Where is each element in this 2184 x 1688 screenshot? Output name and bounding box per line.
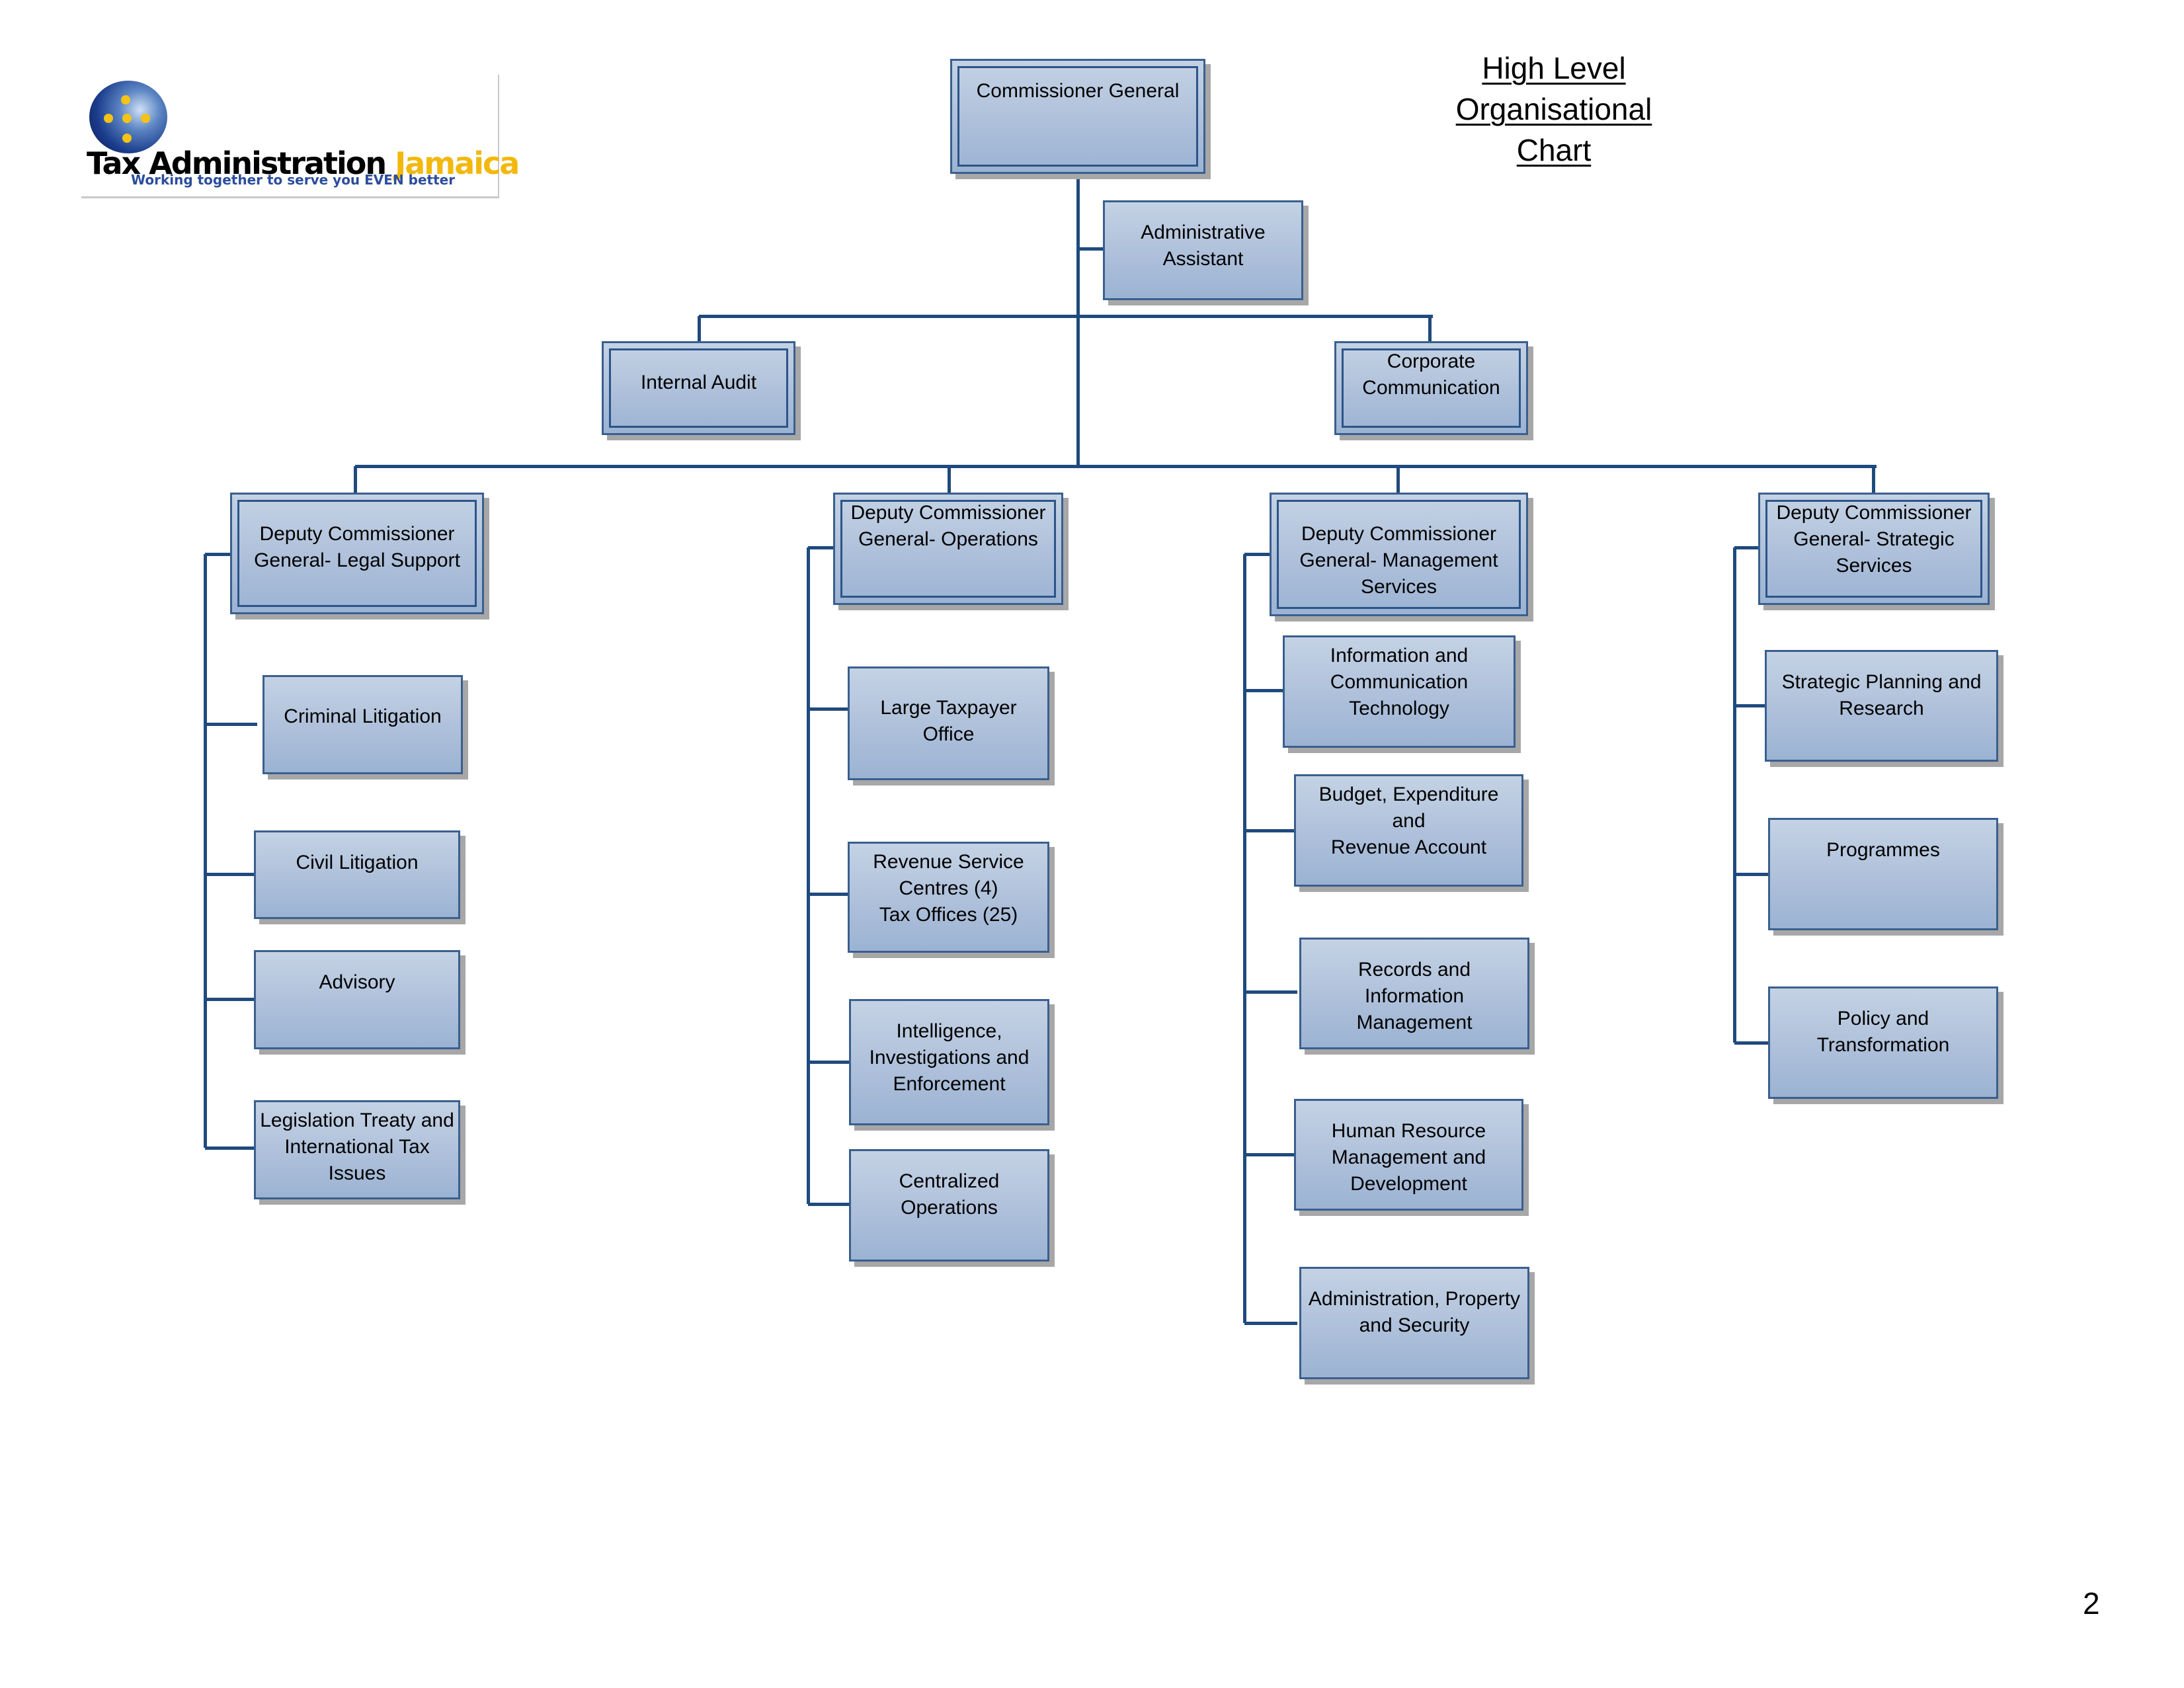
tax-administration-jamaica-logo: Tax Administration Jamaica Working toget…	[80, 73, 520, 196]
connector-line	[205, 722, 257, 726]
connector-line	[1244, 1321, 1297, 1325]
connector-line	[808, 1060, 851, 1064]
unit-civil-litigation-box[interactable]: Civil Litigation	[254, 830, 460, 919]
unit-policy-transformation-box[interactable]: Policy and Transformation	[1768, 986, 1998, 1099]
box-label: Commissioner General	[976, 80, 1180, 102]
connector-line	[808, 545, 836, 549]
dcg-strategic-services-box[interactable]: Deputy Commissioner General- Strategic S…	[1758, 493, 1990, 605]
title-line-1: High Level Organisational	[1455, 51, 1652, 126]
logo-tagline: Working together to serve you EVEN bette…	[131, 172, 456, 188]
box-label: Policy and Transformation	[1816, 1008, 1950, 1056]
connector-line	[203, 554, 207, 1148]
unit-budget-expenditure-box[interactable]: Budget, Expenditure and Revenue Account	[1294, 774, 1523, 887]
dcg-management-services-box[interactable]: Deputy Commissioner General- Management …	[1270, 493, 1528, 616]
connector-line	[947, 466, 951, 493]
box-label: Records and Information Management	[1356, 959, 1473, 1033]
connector-line	[697, 316, 701, 341]
box-label: Civil Litigation	[296, 852, 419, 873]
box-label: Legislation Treaty and International Tax…	[260, 1109, 454, 1184]
connector-line	[205, 872, 257, 876]
globe-icon	[89, 81, 167, 153]
box-label: Internal Audit	[640, 372, 757, 393]
box-label: Strategic Planning and Research	[1781, 671, 1982, 719]
box-label: Administrative Assistant	[1141, 221, 1266, 270]
unit-criminal-litigation-box[interactable]: Criminal Litigation	[263, 675, 463, 774]
unit-large-taxpayer-office-box[interactable]: Large Taxpayer Office	[848, 666, 1049, 780]
box-label: Criminal Litigation	[284, 705, 442, 727]
unit-strategic-planning-box[interactable]: Strategic Planning and Research	[1765, 650, 1998, 762]
unit-programmes-box[interactable]: Programmes	[1768, 818, 1998, 930]
unit-intelligence-investigations-box[interactable]: Intelligence, Investigations and Enforce…	[849, 999, 1049, 1125]
box-label: Programmes	[1826, 839, 1940, 861]
connector-line	[205, 997, 257, 1001]
box-label: Deputy Commissioner General- Management …	[1299, 523, 1498, 598]
connector-line	[1396, 466, 1400, 493]
title-line-2: Chart	[1516, 133, 1592, 167]
box-label: Advisory	[319, 971, 395, 993]
commissioner-general-box[interactable]: Commissioner General	[950, 59, 1205, 174]
connector-line	[1734, 872, 1769, 876]
connector-line	[1734, 1041, 1769, 1045]
box-label: Revenue Service Centres (4) Tax Offices …	[873, 851, 1024, 926]
connector-line	[1242, 554, 1246, 1323]
unit-centralized-operations-box[interactable]: Centralized Operations	[849, 1149, 1049, 1262]
connector-line	[808, 1202, 851, 1206]
unit-legislation-treaty-box[interactable]: Legislation Treaty and International Tax…	[254, 1100, 460, 1199]
connector-line	[1076, 174, 1080, 466]
connector-line	[205, 1146, 257, 1150]
connector-line	[1244, 828, 1297, 832]
dcg-operations-box[interactable]: Deputy Commissioner General- Operations	[833, 493, 1063, 605]
box-label: Intelligence, Investigations and Enforce…	[869, 1020, 1030, 1095]
box-label: Corporate Communication	[1362, 350, 1500, 399]
unit-advisory-box[interactable]: Advisory	[254, 950, 460, 1049]
box-label: Budget, Expenditure and Revenue Account	[1318, 784, 1499, 858]
connector-line	[1734, 703, 1769, 707]
connector-line	[1732, 547, 1736, 1043]
connector-line	[1428, 316, 1432, 341]
unit-administration-property-box[interactable]: Administration, Property and Security	[1299, 1267, 1529, 1379]
connector-line	[1244, 990, 1297, 994]
unit-ict-box[interactable]: Information and Communication Technology	[1283, 635, 1516, 748]
page-number: 2	[2083, 1586, 2100, 1621]
box-label: Human Resource Management and Developmen…	[1331, 1120, 1486, 1195]
connector-line	[808, 892, 851, 896]
internal-audit-box[interactable]: Internal Audit	[602, 341, 795, 435]
corporate-communication-box[interactable]: Corporate Communication	[1334, 341, 1528, 435]
connector-line	[205, 552, 233, 556]
connector-line	[1244, 552, 1273, 556]
org-chart-page: Tax Administration Jamaica Working toget…	[0, 0, 2184, 1688]
box-label: Information and Communication Technology	[1330, 645, 1469, 719]
box-label: Administration, Property and Security	[1308, 1288, 1521, 1336]
box-label: Deputy Commissioner General- Legal Suppo…	[254, 523, 460, 571]
connector-line	[1734, 545, 1761, 549]
connector-line	[699, 314, 1433, 318]
connector-line	[808, 707, 851, 711]
box-label: Deputy Commissioner General- Operations	[850, 502, 1046, 550]
unit-human-resource-box[interactable]: Human Resource Management and Developmen…	[1294, 1099, 1523, 1211]
box-label: Large Taxpayer Office	[880, 697, 1017, 745]
unit-records-information-box[interactable]: Records and Information Management	[1299, 938, 1529, 1049]
connector-line	[806, 547, 810, 1204]
connector-line	[1871, 466, 1875, 493]
administrative-assistant-box[interactable]: Administrative Assistant	[1103, 200, 1303, 300]
connector-line	[355, 464, 1877, 468]
connector-line	[1244, 1152, 1297, 1156]
dcg-legal-support-box[interactable]: Deputy Commissioner General- Legal Suppo…	[230, 493, 484, 614]
box-label: Centralized Operations	[899, 1170, 1000, 1219]
connector-line	[353, 466, 357, 493]
box-label: Deputy Commissioner General- Strategic S…	[1776, 502, 1972, 577]
connector-line	[1078, 247, 1106, 251]
unit-revenue-service-centres-box[interactable]: Revenue Service Centres (4) Tax Offices …	[848, 842, 1049, 953]
page-title: High Level Organisational Chart	[1382, 48, 1726, 171]
